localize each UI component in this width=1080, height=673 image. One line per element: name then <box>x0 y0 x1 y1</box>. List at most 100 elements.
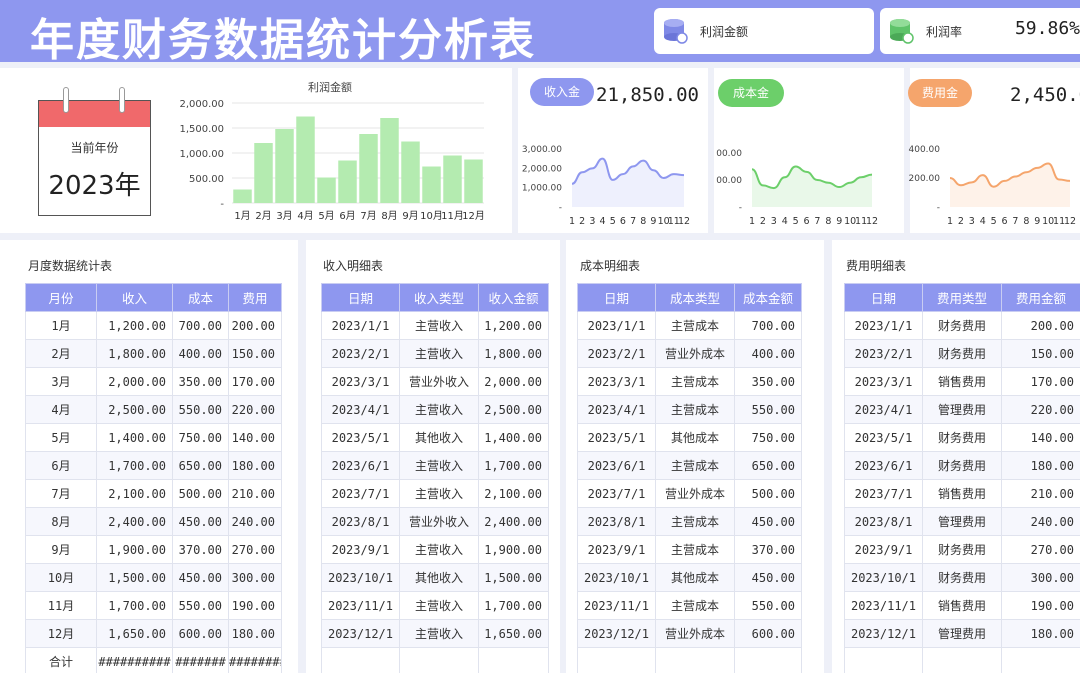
table-cell[interactable]: 150.00 <box>228 339 282 368</box>
table-cell[interactable]: 主营收入 <box>399 479 479 508</box>
table-cell[interactable]: 700.00 <box>172 311 229 340</box>
table-cell[interactable]: 450.00 <box>172 507 229 536</box>
table-cell[interactable]: 1,800.00 <box>96 339 173 368</box>
table-cell[interactable]: 2023/12/1 <box>844 619 923 648</box>
table-cell[interactable]: 2023/6/1 <box>844 451 923 480</box>
table-cell[interactable]: 销售费用 <box>922 591 1002 620</box>
table-cell[interactable]: 600.00 <box>172 619 229 648</box>
table-cell[interactable]: 11月 <box>25 591 97 620</box>
table-cell[interactable]: 2023/11/1 <box>844 591 923 620</box>
table-cell[interactable]: 2023/8/1 <box>844 507 923 536</box>
total-cell[interactable]: 合计 <box>25 647 97 673</box>
empty-cell[interactable] <box>734 647 802 673</box>
table-cell[interactable]: 2023/7/1 <box>321 479 400 508</box>
table-cell[interactable]: 650.00 <box>172 451 229 480</box>
table-cell[interactable]: 销售费用 <box>922 479 1002 508</box>
table-cell[interactable]: 销售费用 <box>922 367 1002 396</box>
profit-bar[interactable] <box>359 134 378 203</box>
table-cell[interactable]: 700.00 <box>734 311 802 340</box>
table-cell[interactable]: 750.00 <box>172 423 229 452</box>
table-cell[interactable]: 180.00 <box>228 451 282 480</box>
table-cell[interactable]: 管理费用 <box>922 507 1002 536</box>
table-cell[interactable]: 500.00 <box>172 479 229 508</box>
table-cell[interactable]: 其他成本 <box>655 423 735 452</box>
table-cell[interactable]: 2023/12/1 <box>321 619 400 648</box>
table-cell[interactable]: 240.00 <box>1001 507 1080 536</box>
table-cell[interactable]: 2023/11/1 <box>577 591 656 620</box>
table-cell[interactable]: 550.00 <box>734 395 802 424</box>
total-cell[interactable]: ####### <box>172 647 229 673</box>
table-cell[interactable]: 主营收入 <box>399 535 479 564</box>
col-header[interactable]: 收入类型 <box>399 283 479 312</box>
table-cell[interactable]: 180.00 <box>228 619 282 648</box>
table-cell[interactable]: 190.00 <box>1001 591 1080 620</box>
table-cell[interactable]: 主营收入 <box>399 619 479 648</box>
table-cell[interactable]: 2,400.00 <box>478 507 549 536</box>
table-cell[interactable]: 2023/10/1 <box>844 563 923 592</box>
profit-bar[interactable] <box>233 189 252 204</box>
table-cell[interactable]: 2023/2/1 <box>321 339 400 368</box>
table-cell[interactable]: 190.00 <box>228 591 282 620</box>
table-cell[interactable]: 12月 <box>25 619 97 648</box>
table-cell[interactable]: 450.00 <box>734 507 802 536</box>
table-cell[interactable]: 2023/7/1 <box>577 479 656 508</box>
table-cell[interactable]: 营业外收入 <box>399 507 479 536</box>
table-cell[interactable]: 1,900.00 <box>96 535 173 564</box>
table-cell[interactable]: 2023/3/1 <box>844 367 923 396</box>
table-cell[interactable]: 营业外收入 <box>399 367 479 396</box>
table-cell[interactable]: 2,400.00 <box>96 507 173 536</box>
table-cell[interactable]: 2,500.00 <box>96 395 173 424</box>
table-cell[interactable]: 170.00 <box>1001 367 1080 396</box>
table-cell[interactable]: 4月 <box>25 395 97 424</box>
table-cell[interactable]: 2023/1/1 <box>321 311 400 340</box>
table-cell[interactable]: 主营成本 <box>655 451 735 480</box>
table-cell[interactable]: 主营成本 <box>655 367 735 396</box>
table-cell[interactable]: 管理费用 <box>922 619 1002 648</box>
col-header[interactable]: 日期 <box>321 283 400 312</box>
table-cell[interactable]: 210.00 <box>1001 479 1080 508</box>
table-cell[interactable]: 1,700.00 <box>96 451 173 480</box>
empty-cell[interactable] <box>577 647 656 673</box>
table-cell[interactable]: 主营成本 <box>655 395 735 424</box>
empty-cell[interactable] <box>321 647 400 673</box>
table-cell[interactable]: 350.00 <box>172 367 229 396</box>
empty-cell[interactable] <box>399 647 479 673</box>
table-cell[interactable]: 财务费用 <box>922 451 1002 480</box>
table-cell[interactable]: 2023/8/1 <box>577 507 656 536</box>
col-header[interactable]: 成本 <box>172 283 229 312</box>
table-cell[interactable]: 200.00 <box>228 311 282 340</box>
empty-cell[interactable] <box>655 647 735 673</box>
table-cell[interactable]: 2023/9/1 <box>321 535 400 564</box>
table-cell[interactable]: 140.00 <box>1001 423 1080 452</box>
table-cell[interactable]: 2023/6/1 <box>577 451 656 480</box>
table-cell[interactable]: 300.00 <box>228 563 282 592</box>
profit-bar[interactable] <box>422 166 441 204</box>
col-header[interactable]: 费用金额 <box>1001 283 1080 312</box>
table-cell[interactable]: 主营收入 <box>399 311 479 340</box>
table-cell[interactable]: 1,700.00 <box>96 591 173 620</box>
profit-bar[interactable] <box>338 160 357 204</box>
table-cell[interactable]: 1,400.00 <box>478 423 549 452</box>
table-cell[interactable]: 1,200.00 <box>478 311 549 340</box>
table-cell[interactable]: 170.00 <box>228 367 282 396</box>
table-cell[interactable]: 1,700.00 <box>478 451 549 480</box>
table-cell[interactable]: 1,500.00 <box>96 563 173 592</box>
table-cell[interactable]: 2,000.00 <box>478 367 549 396</box>
col-header[interactable]: 月份 <box>25 283 97 312</box>
profit-bar[interactable] <box>275 129 294 203</box>
table-cell[interactable]: 2023/7/1 <box>844 479 923 508</box>
table-cell[interactable]: 主营成本 <box>655 507 735 536</box>
table-cell[interactable]: 750.00 <box>734 423 802 452</box>
table-cell[interactable]: 180.00 <box>1001 619 1080 648</box>
table-cell[interactable]: 1,400.00 <box>96 423 173 452</box>
table-cell[interactable]: 2023/4/1 <box>577 395 656 424</box>
table-cell[interactable]: 管理费用 <box>922 395 1002 424</box>
profit-bar[interactable] <box>443 155 462 204</box>
table-cell[interactable]: 7月 <box>25 479 97 508</box>
table-cell[interactable]: 其他收入 <box>399 563 479 592</box>
table-cell[interactable]: 2023/6/1 <box>321 451 400 480</box>
table-cell[interactable]: 主营收入 <box>399 395 479 424</box>
table-cell[interactable]: 9月 <box>25 535 97 564</box>
table-cell[interactable]: 8月 <box>25 507 97 536</box>
col-header[interactable]: 成本金额 <box>734 283 802 312</box>
